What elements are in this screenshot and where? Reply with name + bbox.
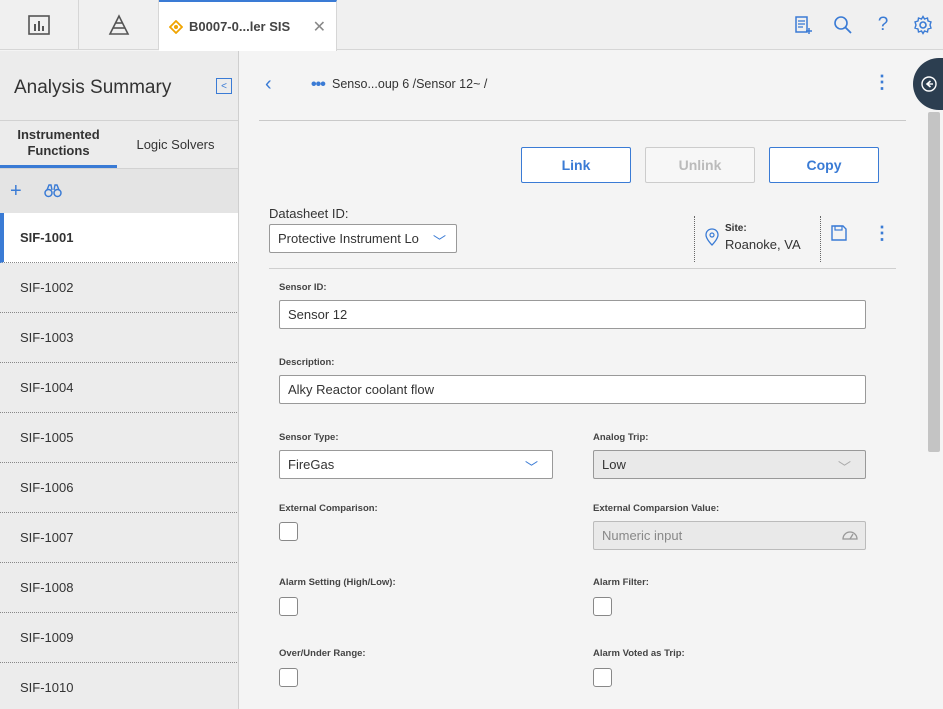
list-item[interactable]: SIF-1003 [0,313,239,363]
gauge-icon[interactable] [841,528,859,542]
dashboard-icon [28,15,50,35]
link-button[interactable]: Link [521,147,631,183]
breadcrumb-more-icon[interactable]: ••• [311,76,326,94]
chevron-down-icon: ﹀ [432,234,446,249]
search-button[interactable] [823,15,863,35]
over-under-range-label: Over/Under Range: [279,648,366,659]
hierarchy-icon [108,14,129,35]
back-button[interactable]: ‹ [265,73,272,96]
sensor-id-field[interactable]: Sensor 12 [279,300,866,329]
tab-logic-solvers[interactable]: Logic Solvers [117,121,234,168]
alarm-filter-checkbox[interactable] [593,597,612,616]
top-bar: B0007-0...ler SIS ✕ ? [0,0,943,51]
external-comparison-label: External Comparison: [279,503,378,514]
tab-instrumented-functions[interactable]: Instrumented Functions [0,121,117,168]
sidebar-header: Analysis Summary < [0,51,239,121]
add-button[interactable]: + [10,181,22,201]
separator [820,216,821,262]
unlink-button[interactable]: Unlink [645,147,755,183]
settings-button[interactable] [903,15,943,35]
list-item[interactable]: SIF-1010 [0,663,239,709]
new-record-button[interactable] [783,15,823,35]
separator [694,216,695,262]
chevron-left-icon: < [221,80,227,92]
sensor-type-select[interactable]: FireGas ﹀ [279,450,553,479]
datasheet-select[interactable]: Protective Instrument Lo ﹀ [269,224,457,253]
external-comparison-checkbox[interactable] [279,522,298,541]
external-comparison-value-field[interactable]: Numeric input [593,521,866,550]
analog-trip-value: Low [602,457,626,472]
site-value: Roanoke, VA [725,237,801,252]
settings-icon [914,15,932,35]
chevron-down-icon: ﹀ [837,460,851,475]
panel-toggle-icon [921,76,937,92]
location-pin-icon [705,228,719,246]
over-under-range-checkbox[interactable] [279,668,298,687]
analog-trip-select[interactable]: Low ﹀ [593,450,866,479]
alarm-setting-label: Alarm Setting (High/Low): [279,577,396,588]
list-item[interactable]: SIF-1009 [0,613,239,663]
breadcrumb-bar: ‹ ••• Senso...oup 6 /Sensor 12~ / ⋮ [259,51,906,121]
divider [269,268,896,269]
description-value: Alky Reactor coolant flow [288,382,434,397]
datasheet-more-icon[interactable]: ⋮ [873,224,891,242]
search-icon [834,16,852,34]
alarm-setting-checkbox[interactable] [279,597,298,616]
close-icon[interactable]: ✕ [313,17,326,37]
site-label: Site: [725,223,747,234]
list-item[interactable]: SIF-1007 [0,513,239,563]
site-info: Site: Roanoke, VA [701,223,801,252]
main-content: ‹ ••• Senso...oup 6 /Sensor 12~ / ⋮ Link… [239,51,943,709]
chevron-down-icon: ﹀ [524,460,538,475]
asset-icon [169,19,183,34]
description-field[interactable]: Alky Reactor coolant flow [279,375,866,404]
sif-list: SIF-1001 SIF-1002 SIF-1003 SIF-1004 SIF-… [0,213,239,709]
datasheet-label: Datasheet ID: [269,206,349,221]
top-toolbar: ? [783,0,943,50]
list-item[interactable]: SIF-1005 [0,413,239,463]
sensor-type-value: FireGas [288,457,335,472]
dashboard-button[interactable] [0,0,79,50]
description-label: Description: [279,357,335,368]
save-icon[interactable] [831,225,847,241]
copy-button[interactable]: Copy [769,147,879,183]
more-options-icon[interactable]: ⋮ [873,73,891,91]
scrollbar[interactable] [928,112,940,452]
sensor-type-label: Sensor Type: [279,432,339,443]
list-item[interactable]: SIF-1002 [0,263,239,313]
list-item[interactable]: SIF-1006 [0,463,239,513]
tab-title: B0007-0...ler SIS [189,19,291,34]
sidebar: Analysis Summary < Instrumented Function… [0,51,239,709]
new-record-icon [795,16,812,34]
external-comparison-value-label: External Comparsion Value: [593,503,720,514]
list-item[interactable]: SIF-1004 [0,363,239,413]
list-item[interactable]: SIF-1008 [0,563,239,613]
analog-trip-label: Analog Trip: [593,432,649,443]
sidebar-toolbar: + [0,169,239,213]
help-icon: ? [877,14,889,35]
breadcrumb[interactable]: Senso...oup 6 /Sensor 12~ / [332,77,487,91]
alarm-filter-label: Alarm Filter: [593,577,649,588]
sidebar-tabs: Instrumented Functions Logic Solvers [0,121,239,169]
tab-asset[interactable]: B0007-0...ler SIS ✕ [159,0,337,51]
sensor-id-value: Sensor 12 [288,307,348,322]
alarm-voted-checkbox[interactable] [593,668,612,687]
binoculars-icon[interactable] [43,184,62,198]
sensor-id-label: Sensor ID: [279,282,327,293]
sidebar-title: Analysis Summary [14,77,172,98]
help-button[interactable]: ? [863,14,903,36]
external-comparison-value-placeholder: Numeric input [602,528,683,543]
hierarchy-button[interactable] [79,0,159,50]
collapse-sidebar-button[interactable]: < [216,78,232,94]
datasheet-value: Protective Instrument Lo [278,231,419,246]
alarm-voted-label: Alarm Voted as Trip: [593,648,685,659]
list-item[interactable]: SIF-1001 [0,213,239,263]
